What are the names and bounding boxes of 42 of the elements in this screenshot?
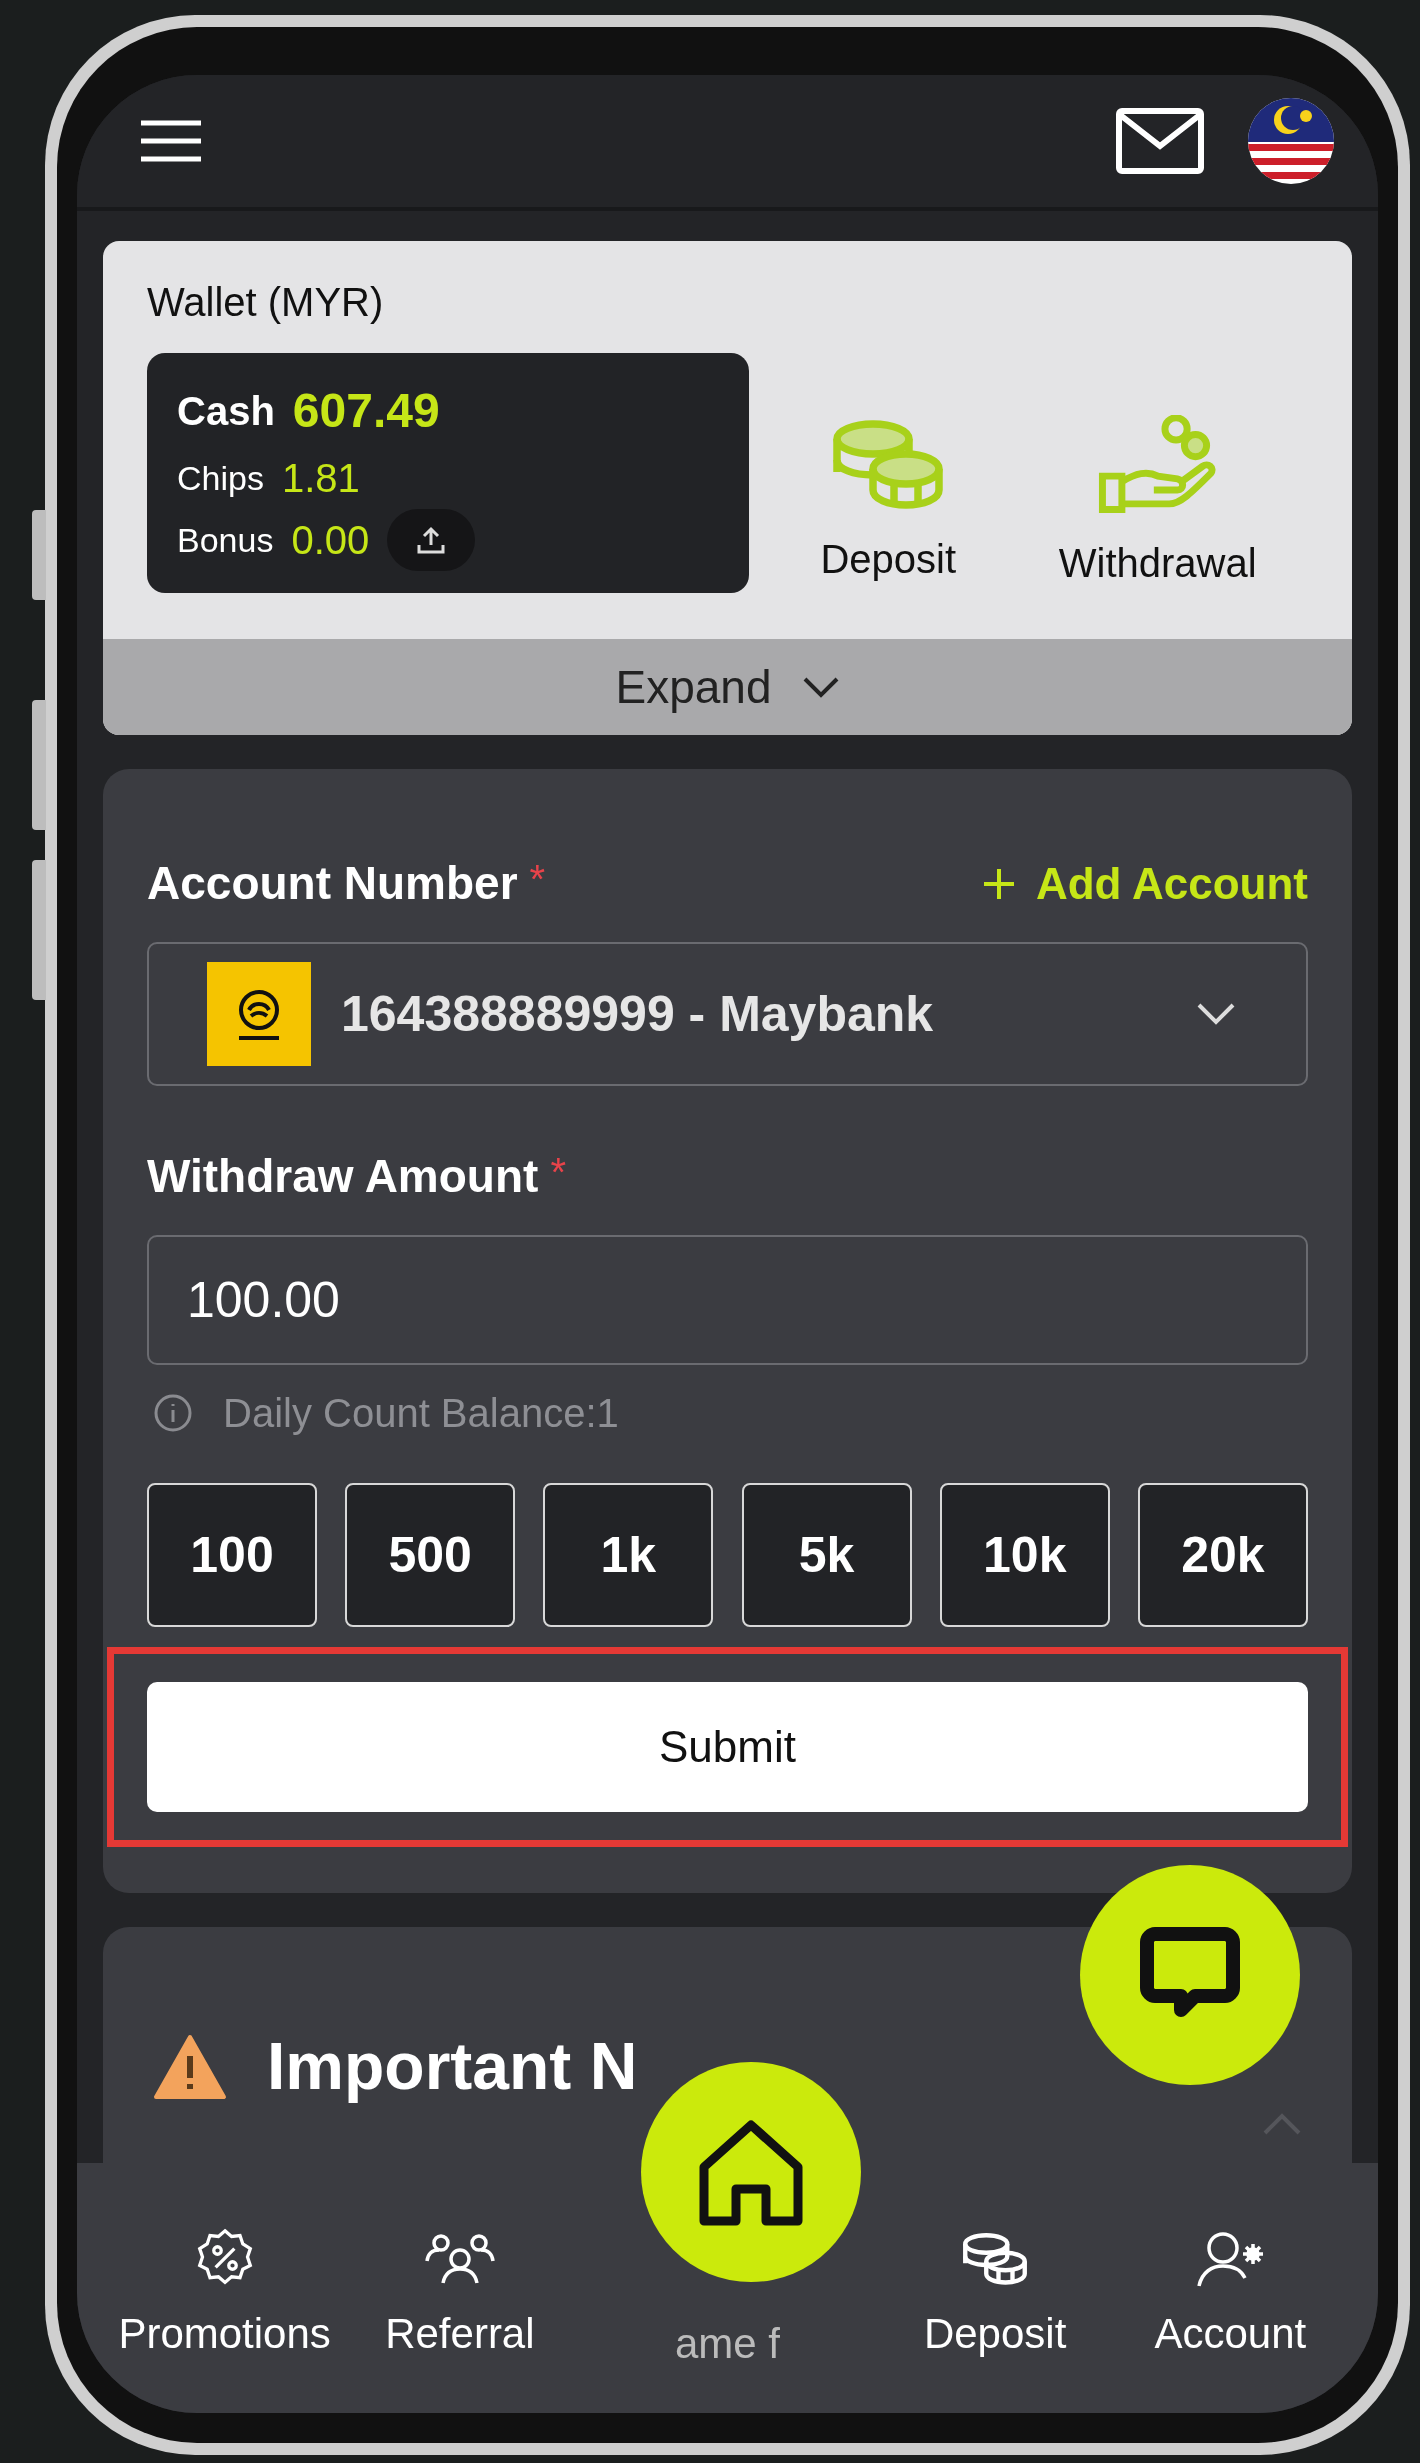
- balance-value: 607.49: [292, 383, 440, 439]
- nav-item[interactable]: Referral: [342, 2228, 578, 2365]
- required-mark: *: [529, 856, 546, 903]
- plus-icon: [981, 866, 1016, 901]
- chevron-down-icon: [1196, 1002, 1236, 1026]
- required-mark: *: [550, 1149, 566, 1196]
- daily-count-note: Daily Count Balance:1: [223, 1390, 619, 1437]
- quick-amount-button[interactable]: 1k: [543, 1483, 714, 1627]
- deposit-button[interactable]: Deposit: [820, 415, 956, 593]
- submit-button[interactable]: Submit: [147, 1682, 1308, 1812]
- balance-value: 0.00: [291, 517, 370, 564]
- account-select[interactable]: 164388889999 - Maybank: [147, 942, 1308, 1086]
- quick-amount-button[interactable]: 20k: [1137, 1483, 1308, 1627]
- field-label: Account Number: [147, 856, 518, 911]
- field-label: Withdraw Amount: [147, 1149, 539, 1204]
- covered-text: ame f: [674, 2323, 780, 2365]
- notice-title: Important N: [267, 2028, 638, 2105]
- balance-value: 1.81: [281, 455, 360, 502]
- quick-amount-button[interactable]: 10k: [939, 1483, 1110, 1627]
- balance-label: Cash: [177, 388, 275, 435]
- nav-item[interactable]: Deposit: [877, 2228, 1113, 2365]
- upload-icon: [416, 525, 447, 555]
- withdrawal-button[interactable]: Withdrawal: [1058, 415, 1257, 593]
- nav-item[interactable]: Account: [1112, 2228, 1348, 2365]
- mail-icon[interactable]: [1116, 108, 1204, 174]
- warning-icon: [153, 2033, 227, 2100]
- chevron-down-icon: [801, 676, 840, 698]
- wallet-title: Wallet (MYR): [147, 279, 385, 326]
- menu-icon[interactable]: [139, 119, 203, 163]
- hand-coin-icon: [1097, 415, 1218, 515]
- info-icon: [153, 1393, 193, 1433]
- quick-amount-button[interactable]: 5k: [741, 1483, 912, 1627]
- account-value: 164388889999 - Maybank: [341, 984, 935, 1044]
- quick-amount-button[interactable]: 500: [345, 1483, 516, 1627]
- balance-label: Chips: [177, 457, 264, 499]
- bank-logo-icon: [207, 962, 311, 1066]
- expand-button[interactable]: Expand: [103, 639, 1352, 735]
- amount-input[interactable]: 100.00: [147, 1235, 1308, 1365]
- add-account-link[interactable]: Add Account: [981, 850, 1308, 917]
- quick-amount-button[interactable]: 100: [147, 1483, 317, 1627]
- nav-item[interactable]: Promotions: [107, 2228, 343, 2365]
- balance-label: Bonus: [177, 519, 274, 561]
